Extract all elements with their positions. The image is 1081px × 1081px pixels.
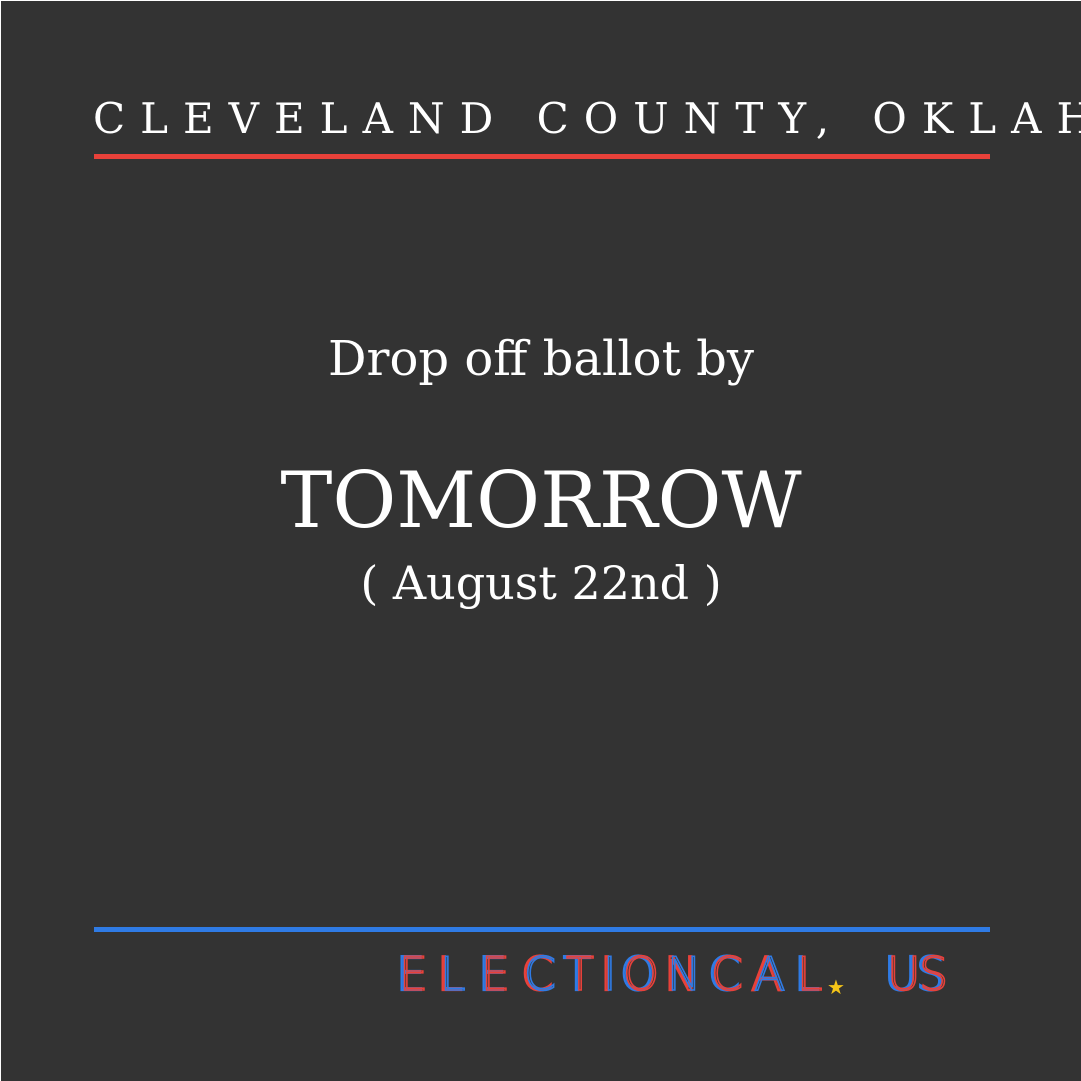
- brand-letter-outline: I: [603, 950, 617, 1000]
- instruction-text: Drop off ballot by: [328, 331, 754, 387]
- deadline-headline: TOMORROW: [280, 456, 802, 546]
- deadline-date: ( August 22nd ): [360, 556, 722, 610]
- brand-letter-outline: C: [524, 950, 556, 1000]
- red-divider: [94, 154, 990, 159]
- county-title: CLEVELAND COUNTY, OKLAHOMA: [93, 94, 1081, 143]
- brand-star-icon: ★: [827, 975, 845, 999]
- brand-letter-outline: A: [754, 950, 785, 1000]
- brand-letter-outline: E: [481, 950, 510, 1000]
- ballot-reminder-card: CLEVELAND COUNTY, OKLAHOMA Drop off ball…: [1, 1, 1081, 1081]
- brand-letter-outline: T: [566, 950, 594, 1000]
- brand-letter-outline: C: [711, 950, 743, 1000]
- brand-letter-outline: E: [399, 950, 428, 1000]
- electioncal-logo: E E L L E E C C T T I I O O N N C C A A L L ★ U U S S: [396, 950, 996, 1000]
- brand-letter-outline: L: [440, 950, 466, 1000]
- blue-divider: [94, 927, 990, 932]
- brand-letter-outline: S: [919, 950, 948, 1000]
- brand-letter-outline: L: [797, 950, 823, 1000]
- brand-letter-outline: N: [667, 950, 701, 1000]
- brand-letter-outline: O: [623, 950, 659, 1000]
